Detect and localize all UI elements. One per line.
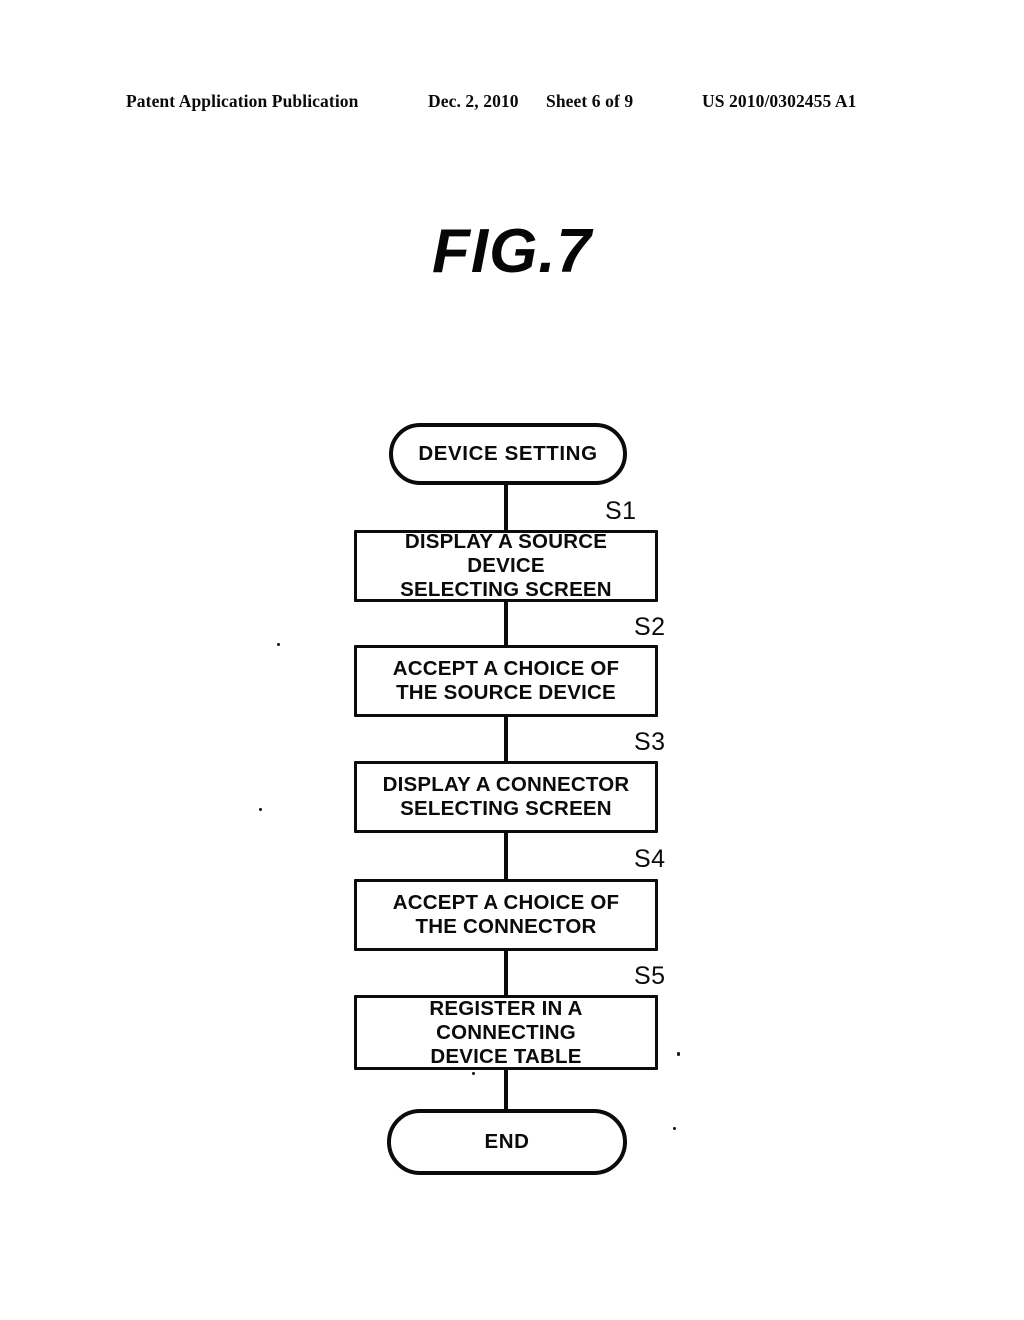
flow-node-start: DEVICE SETTING (389, 423, 627, 485)
flow-node-s1-line2: SELECTING SCREEN (400, 578, 612, 601)
flow-connector-s5-end (504, 1069, 508, 1111)
flow-node-s3-line2: SELECTING SCREEN (400, 797, 612, 820)
flow-node-s3: DISPLAY A CONNECTOR SELECTING SCREEN (354, 761, 658, 833)
step-label-s1: S1 (605, 497, 637, 525)
flow-node-s5-line2: DEVICE TABLE (430, 1044, 582, 1068)
flow-node-s2-line1: ACCEPT A CHOICE OF (392, 657, 620, 681)
step-label-s5: S5 (634, 962, 666, 990)
scan-speckle (677, 1052, 680, 1056)
flow-connector-start-s1 (504, 484, 508, 531)
patent-page: Patent Application Publication Dec. 2, 2… (0, 0, 1024, 1320)
flow-node-s5-line1: REGISTER IN A CONNECTING (429, 996, 583, 1044)
flow-node-s3-line1: DISPLAY A CONNECTOR (382, 773, 630, 797)
flow-node-start-label: DEVICE SETTING (418, 442, 598, 465)
flow-node-s1: DISPLAY A SOURCE DEVICE SELECTING SCREEN (354, 530, 658, 602)
flow-node-s4: ACCEPT A CHOICE OF THE CONNECTOR (354, 879, 658, 951)
step-label-s3: S3 (634, 728, 666, 756)
scan-speckle (472, 1072, 475, 1075)
flow-node-s4-line1: ACCEPT A CHOICE OF (392, 891, 620, 915)
flow-node-s4-line2: THE CONNECTOR (415, 915, 597, 938)
flow-connector-s2-s3 (504, 716, 508, 761)
flow-connector-s4-s5 (504, 950, 508, 995)
scan-speckle (259, 808, 262, 811)
flow-connector-s1-s2 (504, 601, 508, 646)
flowchart: DEVICE SETTING S1 DISPLAY A SOURCE DEVIC… (0, 0, 1024, 1320)
flow-node-s5: REGISTER IN A CONNECTING DEVICE TABLE (354, 995, 658, 1070)
flow-node-end: END (387, 1109, 627, 1175)
flow-node-end-label: END (484, 1130, 530, 1153)
step-label-s4: S4 (634, 845, 666, 873)
scan-speckle (673, 1127, 676, 1130)
step-label-s2: S2 (634, 613, 666, 641)
flow-connector-s3-s4 (504, 832, 508, 879)
flow-node-s2-line2: THE SOURCE DEVICE (396, 681, 616, 704)
flow-node-s2: ACCEPT A CHOICE OF THE SOURCE DEVICE (354, 645, 658, 717)
flow-node-s1-line1: DISPLAY A SOURCE DEVICE (404, 530, 608, 578)
scan-speckle (277, 643, 280, 646)
